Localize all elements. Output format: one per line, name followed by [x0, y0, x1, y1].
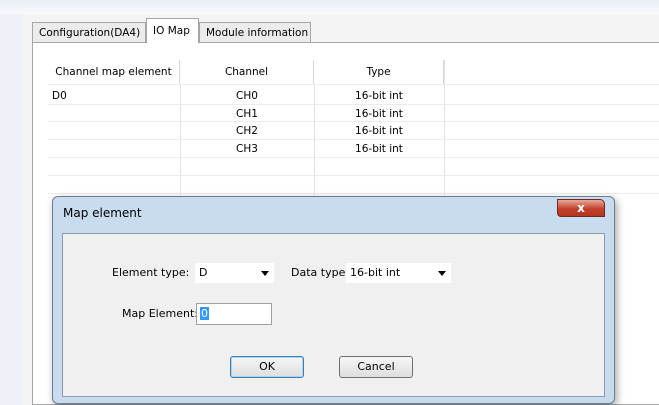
map-element-label: Map Element:	[122, 307, 198, 320]
grid-row-line	[48, 175, 659, 176]
cell-channel[interactable]: CH0	[180, 88, 314, 104]
grid-row-line	[48, 121, 659, 122]
dialog-title: Map element	[63, 206, 142, 220]
cell-type[interactable]: 16-bit int	[314, 123, 444, 139]
chevron-down-icon	[438, 271, 446, 276]
tab-configuration[interactable]: Configuration(DA4)	[32, 22, 146, 42]
grid-divider	[180, 84, 181, 205]
grid-row-line	[48, 193, 659, 194]
cell-channel[interactable]: CH3	[180, 141, 314, 157]
map-element-value: 0	[200, 307, 209, 320]
column-header-element[interactable]: Channel map element	[48, 60, 180, 84]
cell-element[interactable]: D0	[52, 88, 172, 104]
tab-module-information[interactable]: Module information	[199, 22, 311, 42]
dialog-client-area: Element type: D Data type: 16-bit int Ma…	[62, 233, 605, 397]
grid-row-line	[48, 84, 659, 85]
element-type-select[interactable]: D	[195, 263, 274, 283]
data-type-value: 16-bit int	[350, 266, 401, 279]
grid-row-line	[48, 139, 659, 140]
cancel-button[interactable]: Cancel	[339, 356, 413, 378]
tab-io-map[interactable]: IO Map	[146, 18, 199, 43]
ok-button[interactable]: OK	[230, 356, 304, 378]
cell-channel[interactable]: CH2	[180, 123, 314, 139]
column-header-channel[interactable]: Channel	[180, 60, 314, 84]
map-element-dialog: Map element x Element type: D Data type:…	[52, 196, 615, 404]
close-icon: x	[577, 201, 585, 215]
cell-element[interactable]	[52, 123, 172, 139]
column-header-type[interactable]: Type	[314, 60, 444, 84]
window-top-strip	[0, 0, 659, 14]
grid-divider	[444, 60, 445, 205]
cell-element[interactable]	[52, 106, 172, 122]
cell-element[interactable]	[52, 141, 172, 157]
cell-type[interactable]: 16-bit int	[314, 141, 444, 157]
cell-type[interactable]: 16-bit int	[314, 106, 444, 122]
element-type-label: Element type:	[112, 266, 190, 279]
grid-row-line	[48, 157, 659, 158]
map-element-input[interactable]: 0	[196, 303, 272, 325]
element-type-value: D	[199, 266, 208, 279]
grid-row-line	[48, 104, 659, 105]
chevron-down-icon	[261, 271, 269, 276]
data-type-label: Data type:	[291, 266, 350, 279]
grid-divider	[314, 84, 315, 205]
data-type-select[interactable]: 16-bit int	[346, 263, 451, 283]
left-edge-strip	[0, 14, 22, 405]
cell-type[interactable]: 16-bit int	[314, 88, 444, 104]
close-button[interactable]: x	[557, 199, 605, 217]
cell-channel[interactable]: CH1	[180, 106, 314, 122]
